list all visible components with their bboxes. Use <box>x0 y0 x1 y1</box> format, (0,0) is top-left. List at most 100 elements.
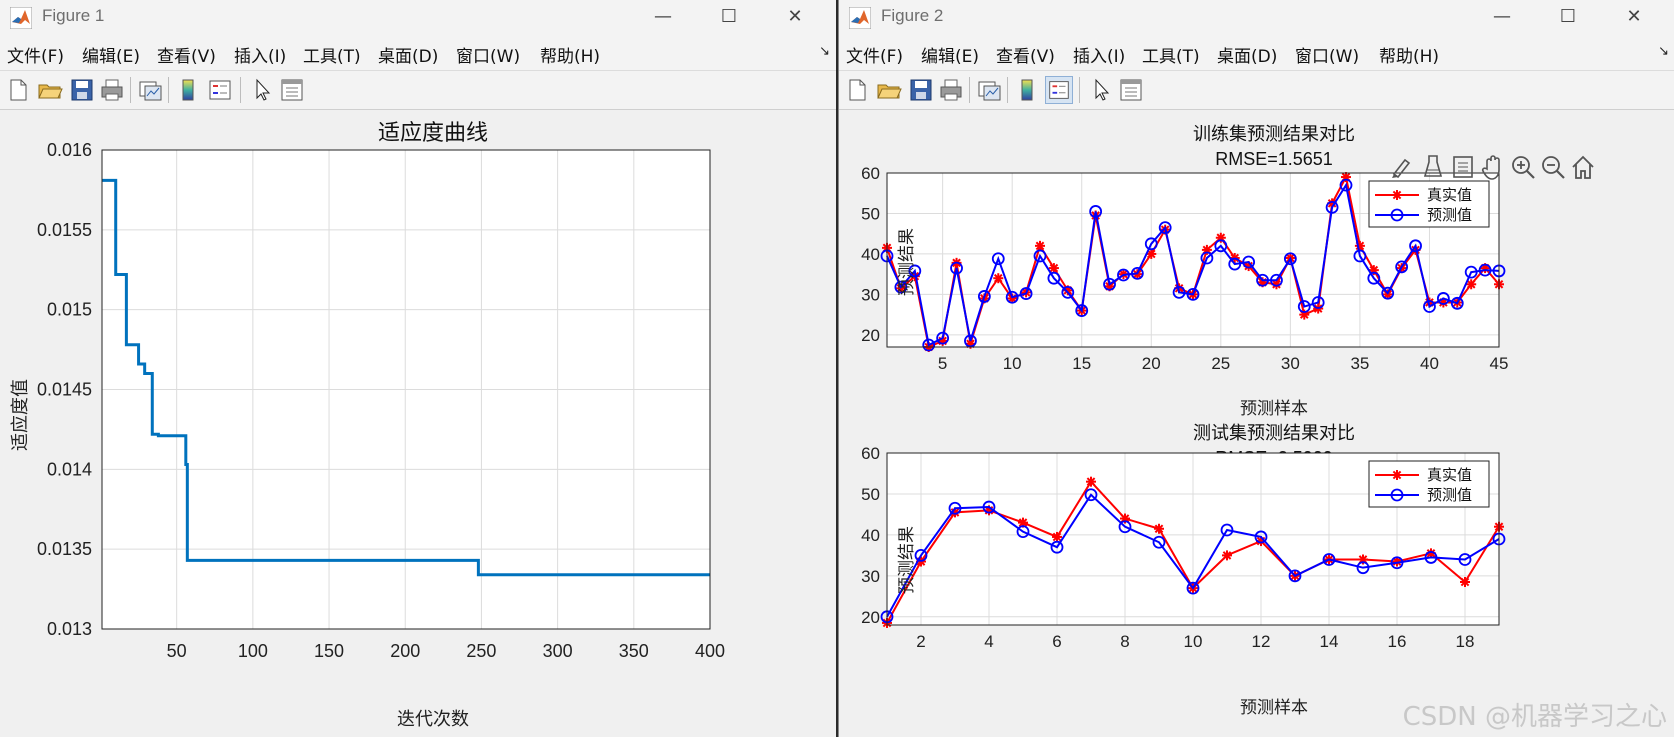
property-inspector-icon[interactable] <box>278 76 306 104</box>
x-tick-label: 20 <box>1142 354 1161 373</box>
menu-tools[interactable]: 工具(T) <box>303 42 361 67</box>
menu-window[interactable]: 窗口(W) <box>456 42 520 67</box>
test-chart-title: 测试集预测结果对比 <box>1193 423 1355 444</box>
x-tick-label: 200 <box>390 641 420 661</box>
menu-file[interactable]: 文件(F) <box>7 42 64 67</box>
window-title: Figure 1 <box>42 6 105 25</box>
menu-bar: 文件(F) 编辑(E) 查看(V) 插入(I) 工具(T) 桌面(D) 窗口(W… <box>839 36 1674 71</box>
close-button[interactable]: ✕ <box>772 2 818 32</box>
minimize-button[interactable]: — <box>640 2 686 32</box>
menu-desktop[interactable]: 桌面(D) <box>378 42 438 67</box>
menu-help[interactable]: 帮助(H) <box>540 42 600 67</box>
x-tick-label: 10 <box>1184 632 1203 651</box>
legend-label: 真实值 <box>1427 466 1472 484</box>
brush-icon[interactable] <box>1389 152 1417 182</box>
matlab-logo-icon <box>10 7 32 29</box>
y-tick-labels: 0.013 0.0135 0.014 0.0145 0.015 0.0155 0.016 <box>37 140 92 639</box>
x-tick-label: 40 <box>1420 354 1439 373</box>
zoom-in-icon[interactable] <box>1509 152 1537 182</box>
true-value-marker <box>1154 523 1164 534</box>
new-figure-icon[interactable] <box>4 76 32 104</box>
menu-help[interactable]: 帮助(H) <box>1379 42 1439 67</box>
train-x-axis-label: 预测样本 <box>1240 399 1308 419</box>
matlab-logo-icon <box>849 7 871 29</box>
menu-tools[interactable]: 工具(T) <box>1142 42 1200 67</box>
legend-icon[interactable] <box>206 76 234 104</box>
x-tick-label: 5 <box>938 354 947 373</box>
test-x-axis-label: 预测样本 <box>1240 698 1308 718</box>
maximize-button[interactable]: ☐ <box>1545 2 1591 32</box>
fitness-chart[interactable]: 适应度曲线 0.0130.01350.0140.01450.0150.01550… <box>0 110 836 737</box>
y-tick-label: 0.013 <box>47 619 92 639</box>
prediction-charts[interactable]: 训练集预测结果对比 RMSE=1.5651 5 10 15 20 25 30 35 40 45 2… <box>839 110 1674 737</box>
open-icon[interactable] <box>36 76 64 104</box>
menu-insert[interactable]: 插入(I) <box>234 42 286 67</box>
restore-view-icon[interactable] <box>1449 152 1477 182</box>
save-icon[interactable] <box>907 76 935 104</box>
x-tick-label: 300 <box>543 641 573 661</box>
y-tick-label: 0.014 <box>47 459 92 479</box>
colorbar-icon[interactable] <box>174 76 202 104</box>
x-tick-label: 45 <box>1490 354 1509 373</box>
open-icon[interactable] <box>875 76 903 104</box>
property-inspector-icon[interactable] <box>1117 76 1145 104</box>
y-tick-label: 0.0145 <box>37 380 92 400</box>
menu-view[interactable]: 查看(V) <box>996 42 1055 67</box>
test-y-axis-label: 预测结果 <box>897 526 917 594</box>
new-figure-icon[interactable] <box>843 76 871 104</box>
menu-window[interactable]: 窗口(W) <box>1295 42 1359 67</box>
menu-insert[interactable]: 插入(I) <box>1073 42 1125 67</box>
legend-star-marker <box>1392 470 1402 480</box>
x-tick-label: 8 <box>1120 632 1129 651</box>
x-tick-label: 14 <box>1320 632 1339 651</box>
zoom-out-icon[interactable] <box>1539 152 1567 182</box>
pan-icon[interactable] <box>1479 152 1507 182</box>
pointer-icon[interactable] <box>1087 76 1115 104</box>
title-bar[interactable]: Figure 2 — ☐ ✕ <box>839 0 1674 36</box>
x-tick-label: 50 <box>167 641 187 661</box>
axes-toolbar <box>1389 152 1604 184</box>
x-tick-label: 350 <box>619 641 649 661</box>
window-title: Figure 2 <box>881 6 944 25</box>
link-plot-icon[interactable] <box>975 76 1003 104</box>
x-tick-label: 16 <box>1388 632 1407 651</box>
figure-2-window: Figure 2 — ☐ ✕ 文件(F) 编辑(E) 查看(V) 插入(I) 工… <box>838 0 1674 737</box>
test-legend: 真实值预测值 <box>1368 460 1490 508</box>
figure-toolbar <box>0 71 836 110</box>
legend-icon[interactable] <box>1045 76 1073 104</box>
maximize-button[interactable]: ☐ <box>706 2 752 32</box>
menu-edit[interactable]: 编辑(E) <box>921 42 979 67</box>
pointer-icon[interactable] <box>248 76 276 104</box>
menu-view[interactable]: 查看(V) <box>157 42 216 67</box>
print-icon[interactable] <box>98 76 126 104</box>
close-button[interactable]: ✕ <box>1611 2 1657 32</box>
dock-arrow-icon[interactable]: ↘ <box>1658 44 1669 59</box>
link-plot-icon[interactable] <box>136 76 164 104</box>
x-tick-label: 100 <box>238 641 268 661</box>
y-tick-label: 0.0155 <box>37 220 92 240</box>
colorbar-icon[interactable] <box>1013 76 1041 104</box>
figure-canvas: 训练集预测结果对比 RMSE=1.5651 5 10 15 20 25 30 35 40 45 2… <box>839 110 1674 737</box>
minimize-button[interactable]: — <box>1479 2 1525 32</box>
print-icon[interactable] <box>937 76 965 104</box>
true-value-marker <box>1086 476 1096 487</box>
y-tick-label: 0.0135 <box>37 539 92 559</box>
y-tick-label: 60 <box>861 444 880 463</box>
menu-file[interactable]: 文件(F) <box>846 42 903 67</box>
data-tips-icon[interactable] <box>1419 152 1447 182</box>
y-tick-label: 60 <box>861 164 880 183</box>
dock-arrow-icon[interactable]: ↘ <box>819 44 830 59</box>
x-tick-label: 15 <box>1072 354 1091 373</box>
x-tick-labels: 50 100 150 200 250 300 350 400 <box>167 641 725 661</box>
title-bar[interactable]: Figure 1 — ☐ ✕ <box>0 0 836 36</box>
save-icon[interactable] <box>68 76 96 104</box>
watermark: CSDN @机器学习之心 <box>1402 702 1667 732</box>
x-tick-label: 18 <box>1456 632 1475 651</box>
menu-edit[interactable]: 编辑(E) <box>82 42 140 67</box>
x-axis-label: 迭代次数 <box>397 709 469 730</box>
y-tick-label: 40 <box>861 245 880 264</box>
y-tick-label: 20 <box>861 608 880 627</box>
legend-label: 预测值 <box>1427 486 1472 504</box>
home-icon[interactable] <box>1569 152 1597 182</box>
menu-desktop[interactable]: 桌面(D) <box>1217 42 1277 67</box>
